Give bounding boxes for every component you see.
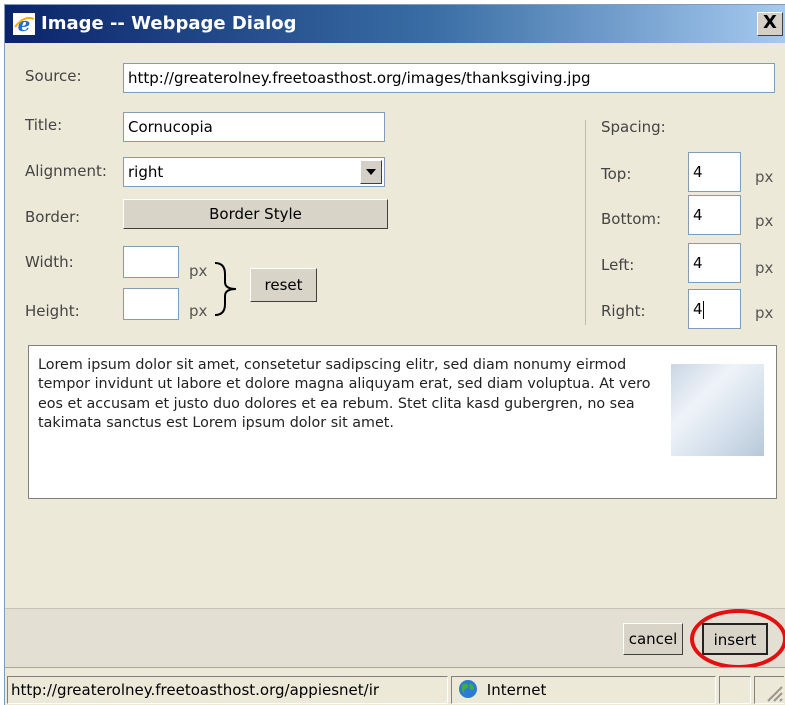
spacing-top-input[interactable]: 4 <box>688 152 741 192</box>
alignment-label: Alignment: <box>25 162 107 180</box>
spacing-right-label: Right: <box>601 302 646 320</box>
spacing-right-unit: px <box>755 304 774 322</box>
height-label: Height: <box>25 302 80 320</box>
source-label: Source: <box>25 67 82 85</box>
preview-image <box>671 364 764 456</box>
title-label: Title: <box>25 116 63 134</box>
border-style-button[interactable]: Border Style <box>123 199 388 229</box>
status-url: http://greaterolney.freetoasthost.org/ap… <box>7 676 448 704</box>
spacing-bottom-input[interactable]: 4 <box>688 195 741 235</box>
spacing-top-unit: px <box>755 168 774 186</box>
preview-text: Lorem ipsum dolor sit amet, consetetur s… <box>38 357 651 432</box>
spacing-left-label: Left: <box>601 256 635 274</box>
ie-icon: e <box>13 13 35 35</box>
preview-box: Lorem ipsum dolor sit amet, consetetur s… <box>28 345 777 499</box>
spacing-right-value: 4 <box>693 300 703 318</box>
width-label: Width: <box>25 253 74 271</box>
reset-button[interactable]: reset <box>250 268 317 302</box>
width-unit: px <box>189 262 208 280</box>
dialog-title: Image -- Webpage Dialog <box>41 13 297 34</box>
spacing-heading: Spacing: <box>601 118 666 136</box>
spacing-bottom-unit: px <box>755 212 774 230</box>
resize-grip-icon <box>767 686 783 702</box>
height-input[interactable] <box>123 288 179 320</box>
highlight-ring <box>690 609 785 669</box>
chevron-down-icon <box>366 169 376 175</box>
spacing-right-input[interactable]: 4 <box>688 289 741 329</box>
zone-label: Internet <box>486 681 547 699</box>
resize-grip[interactable] <box>754 676 784 704</box>
spacing-bottom-label: Bottom: <box>601 210 662 228</box>
image-dialog: e Image -- Webpage Dialog X Source: http… <box>4 4 785 705</box>
spacing-left-unit: px <box>755 259 774 277</box>
status-zone: Internet <box>451 676 716 704</box>
status-panel-empty <box>719 676 751 704</box>
title-bar: e Image -- Webpage Dialog X <box>5 5 785 43</box>
spacing-top-label: Top: <box>601 165 632 183</box>
source-input[interactable]: http://greaterolney.freetoasthost.org/im… <box>123 63 775 93</box>
height-unit: px <box>189 302 208 320</box>
close-button[interactable]: X <box>757 12 783 36</box>
title-input[interactable]: Cornucopia <box>123 112 385 142</box>
cancel-button[interactable]: cancel <box>623 623 683 655</box>
dropdown-arrow-button[interactable] <box>360 160 382 184</box>
status-bar: http://greaterolney.freetoasthost.org/ap… <box>5 667 785 705</box>
spacing-divider <box>585 120 586 325</box>
width-input[interactable] <box>123 246 179 278</box>
alignment-select[interactable]: right <box>123 157 385 187</box>
border-label: Border: <box>25 208 81 226</box>
link-brace-icon <box>214 262 237 316</box>
button-footer: cancel insert <box>5 609 785 667</box>
alignment-value: right <box>128 163 164 181</box>
text-caret <box>702 300 704 319</box>
svg-text:e: e <box>18 13 31 35</box>
globe-icon <box>459 680 477 698</box>
spacing-left-input[interactable]: 4 <box>688 243 741 283</box>
